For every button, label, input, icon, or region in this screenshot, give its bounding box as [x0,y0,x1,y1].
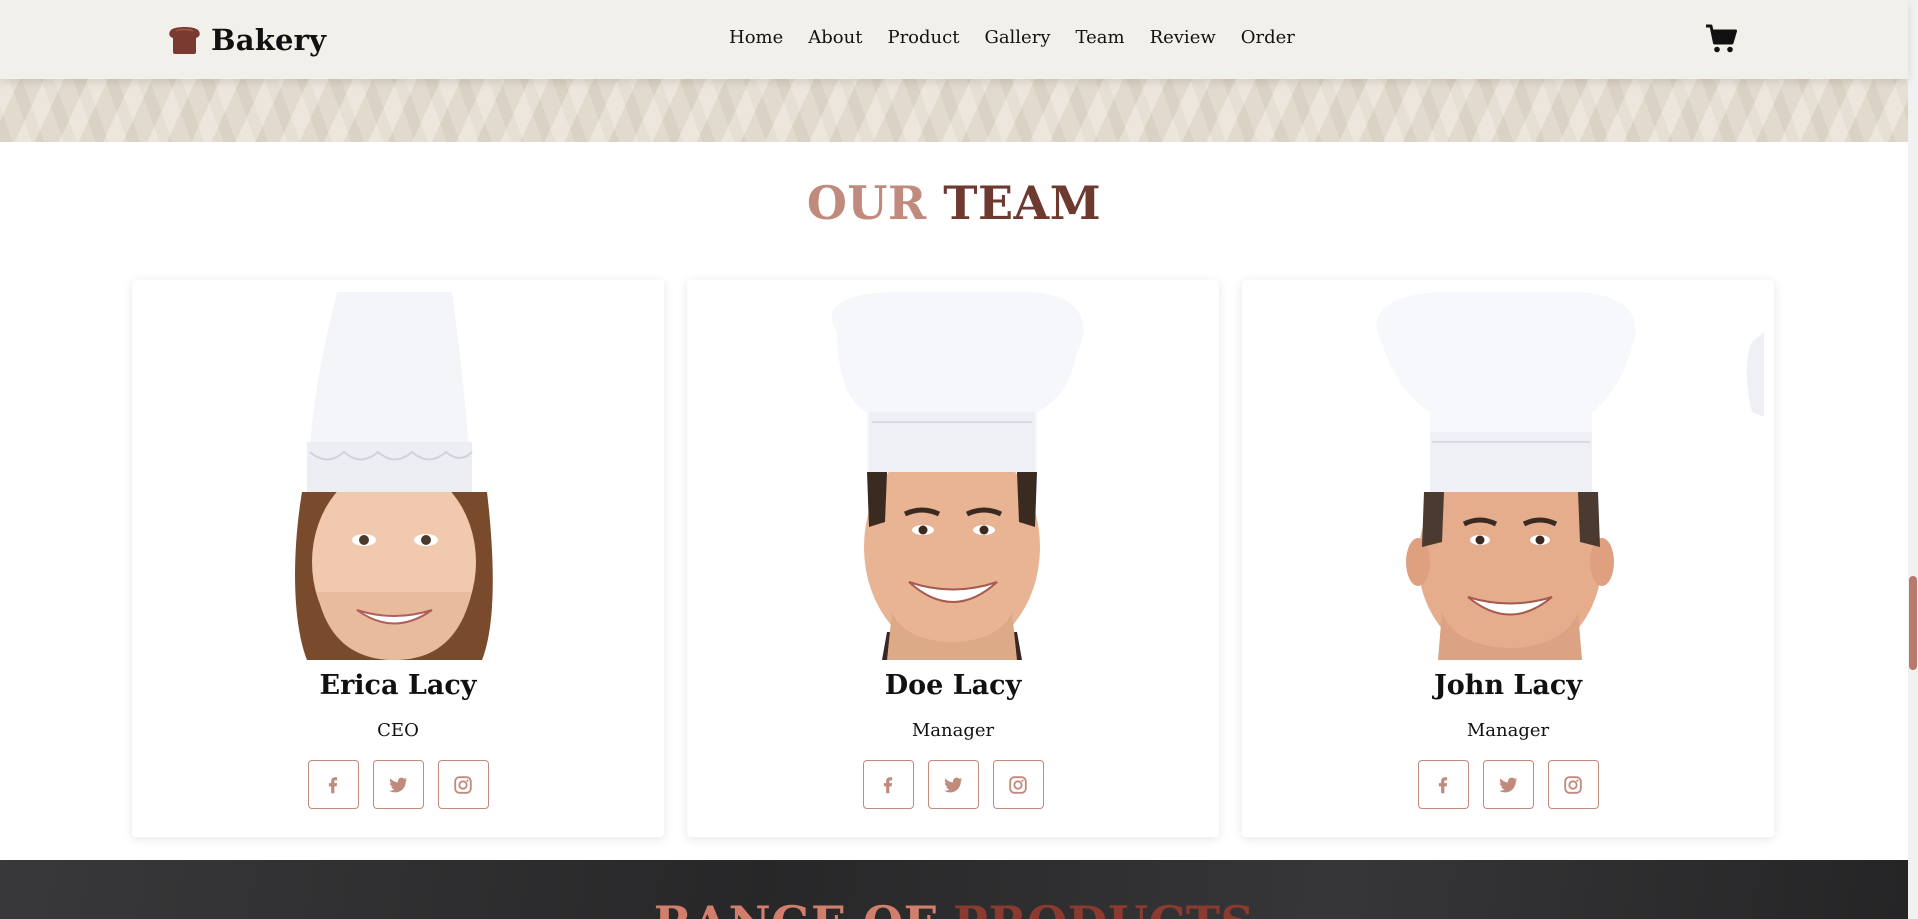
team-member-name: John Lacy [1433,670,1583,701]
chef-portrait-image [831,292,1084,660]
team-card: Erica Lacy CEO [132,280,664,837]
nav-team[interactable]: Team [1076,27,1125,48]
nav-order[interactable]: Order [1241,27,1295,48]
instagram-link[interactable] [437,760,489,809]
social-links [132,760,664,809]
instagram-link[interactable] [992,760,1044,809]
facebook-link[interactable] [307,760,359,809]
products-section-title: RANGE OF PRODUCTS [0,896,1908,919]
team-member-name: Doe Lacy [884,670,1022,701]
team-member-role: Manager [1466,720,1550,741]
twitter-icon [1499,777,1518,792]
nav-review[interactable]: Review [1150,27,1216,48]
team-member-role: CEO [377,720,419,741]
team-title-main: TEAM [943,176,1102,230]
products-title-accent: PRODUCTS [953,896,1254,919]
facebook-link[interactable] [1417,760,1469,809]
facebook-icon [883,776,893,793]
nav-gallery[interactable]: Gallery [984,27,1050,48]
instagram-icon [1564,775,1582,794]
products-title-main: RANGE OF [654,896,937,919]
nav-home[interactable]: Home [729,27,783,48]
chef-portrait-image [295,292,493,660]
chef-portrait-image [1376,292,1764,660]
main-nav: Home About Product Gallery Team Review O… [729,27,1295,48]
bread-icon [169,27,200,54]
instagram-icon [1009,775,1027,794]
team-card: Doe Lacy Manager [687,280,1219,837]
scrollbar-thumb[interactable] [1909,576,1917,670]
cart-button[interactable] [1705,24,1737,54]
social-links [687,760,1219,809]
instagram-link[interactable] [1547,760,1599,809]
facebook-icon [328,776,338,793]
team-card: John Lacy Manager [1242,280,1774,837]
team-title-accent: OUR [806,176,927,230]
team-section-title: OUR TEAM [0,176,1908,230]
site-header: Bakery Home About Product Gallery Team R… [0,0,1908,79]
facebook-icon [1438,776,1448,793]
twitter-icon [944,777,963,792]
facebook-link[interactable] [862,760,914,809]
team-member-name: Erica Lacy [319,670,477,701]
team-member-photo [697,292,1209,660]
cart-icon [1706,24,1737,53]
page-scrollbar[interactable] [1908,0,1918,919]
nav-about[interactable]: About [808,27,862,48]
brand-name: Bakery [211,23,327,57]
instagram-icon [454,775,472,794]
team-member-photo [1252,292,1764,660]
products-section: RANGE OF PRODUCTS [0,860,1908,919]
twitter-icon [389,777,408,792]
previous-section-background [0,79,1908,142]
twitter-link[interactable] [927,760,979,809]
social-links [1242,760,1774,809]
twitter-link[interactable] [1482,760,1534,809]
team-member-role: Manager [911,720,995,741]
nav-product[interactable]: Product [887,27,959,48]
team-member-photo [142,292,654,660]
twitter-link[interactable] [372,760,424,809]
brand-logo[interactable]: Bakery [168,22,326,58]
